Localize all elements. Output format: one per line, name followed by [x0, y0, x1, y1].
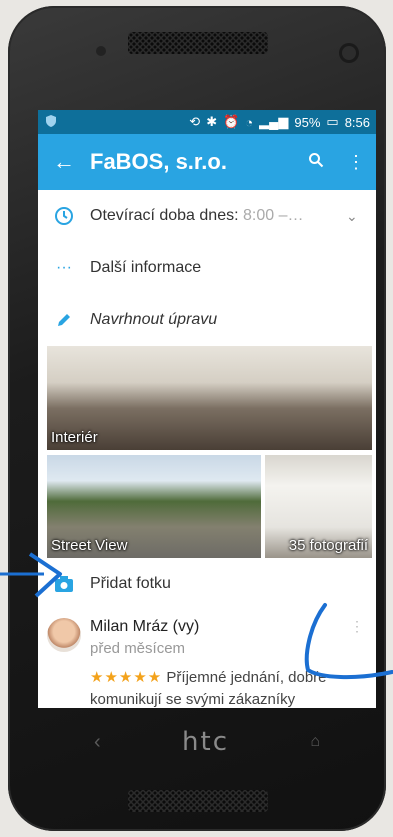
hours-label: Otevírací doba dnes: [90, 207, 239, 224]
all-photos-tile[interactable]: 35 fotografií [265, 455, 372, 558]
bottom-speaker-grille [128, 790, 268, 812]
proximity-sensor [96, 46, 106, 56]
suggest-edit-row[interactable]: Navrhnout úpravu [38, 294, 376, 346]
search-icon[interactable] [296, 152, 336, 173]
street-view-photo[interactable]: Street View [47, 455, 261, 558]
overflow-menu-icon[interactable]: ⋮ [336, 152, 376, 173]
shield-icon [44, 114, 58, 131]
annotation-arrow-icon [0, 552, 62, 598]
status-bar: ⟲ ✱ ⏰ ◔ ▂▄▆ 95% ▭ 8:56 [38, 110, 376, 134]
nfc-icon: ⟲ [189, 114, 201, 129]
battery-icon: ▭ [326, 114, 339, 129]
annotation-swoosh-icon [304, 603, 393, 680]
pencil-icon [38, 311, 90, 329]
chevron-down-icon[interactable]: ⌄ [346, 208, 376, 225]
clock: 8:56 [344, 114, 370, 130]
review-stars: ★★★★★ [90, 669, 163, 686]
front-camera [342, 46, 356, 60]
photo-gallery: Interiér Street View 35 fotografií [47, 346, 372, 558]
back-arrow-icon[interactable]: ← [38, 149, 90, 175]
more-info-label: Další informace [90, 259, 202, 276]
signal-icon: ▂▄▆ [259, 114, 289, 129]
hardware-home-icon[interactable]: ⌂ [310, 733, 320, 751]
interior-caption: Interiér [51, 429, 98, 446]
suggest-edit-label: Navrhnout úpravu [90, 311, 218, 328]
bluetooth-icon: ✱ [206, 114, 218, 129]
top-speaker-grille [128, 32, 268, 54]
wifi-icon: ◔ [245, 114, 254, 130]
hardware-nav-bar: ‹ htc ⌂ [38, 712, 376, 772]
clock-icon [38, 206, 90, 226]
battery-percent: 95% [294, 114, 321, 130]
add-photo-label: Přidat fotku [90, 575, 171, 592]
avatar[interactable] [38, 618, 90, 708]
photo-count-caption: 35 fotografií [288, 537, 368, 554]
app-bar: ← FaBOS, s.r.o. ⋮ [38, 134, 376, 190]
more-info-row[interactable]: ··· Další informace [38, 242, 376, 294]
hours-value: 8:00 –… [242, 207, 304, 224]
page-title: FaBOS, s.r.o. [90, 149, 227, 174]
hardware-back-icon[interactable]: ‹ [94, 731, 101, 754]
brand-logo: htc [182, 727, 229, 757]
alarm-icon: ⏰ [223, 114, 240, 129]
interior-photo[interactable]: Interiér [47, 346, 372, 450]
opening-hours-row[interactable]: Otevírací doba dnes: 8:00 –… ⌄ [38, 190, 376, 242]
more-dots-icon: ··· [56, 259, 72, 276]
